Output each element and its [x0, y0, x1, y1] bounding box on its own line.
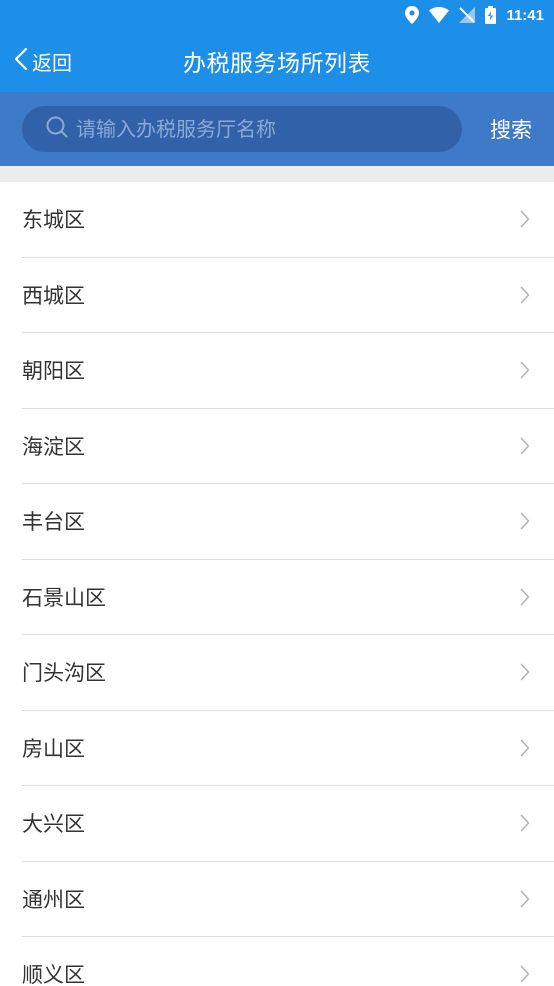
- list-item-label: 房山区: [22, 736, 85, 761]
- chevron-right-icon: [520, 965, 530, 983]
- search-icon: [46, 116, 68, 142]
- chevron-right-icon: [520, 588, 530, 606]
- list-item-label: 东城区: [22, 208, 85, 233]
- back-label: 返回: [32, 50, 72, 75]
- list-item[interactable]: 大兴区: [22, 786, 554, 862]
- battery-icon: [485, 6, 497, 24]
- location-icon: [405, 6, 420, 24]
- list-item[interactable]: 房山区: [22, 711, 554, 786]
- chevron-right-icon: [520, 663, 530, 681]
- chevron-left-icon: [14, 47, 28, 76]
- search-box[interactable]: [22, 106, 462, 152]
- chevron-right-icon: [520, 814, 530, 832]
- chevron-right-icon: [520, 890, 530, 908]
- list-item-label: 通州区: [22, 887, 85, 912]
- chevron-right-icon: [520, 361, 530, 379]
- list-item-label: 石景山区: [22, 585, 106, 610]
- list-item[interactable]: 海淀区: [22, 409, 554, 484]
- header: 返回 办税服务场所列表: [0, 30, 554, 92]
- list-item[interactable]: 通州区: [22, 862, 554, 937]
- list-item[interactable]: 石景山区: [22, 560, 554, 635]
- list-item[interactable]: 东城区: [22, 182, 554, 258]
- status-bar: 11:41: [0, 0, 554, 30]
- list-item-label: 朝阳区: [22, 359, 85, 384]
- status-time: 11:41: [506, 6, 544, 24]
- signal-off-icon: [459, 7, 476, 23]
- chevron-right-icon: [520, 739, 530, 757]
- list-item-label: 海淀区: [22, 434, 85, 459]
- page-title: 办税服务场所列表: [183, 51, 371, 77]
- search-bar: 搜索: [0, 92, 554, 166]
- list-divider: [0, 166, 554, 182]
- search-input[interactable]: [76, 117, 436, 141]
- list-item-label: 西城区: [22, 283, 85, 308]
- chevron-right-icon: [520, 286, 530, 304]
- chevron-right-icon: [520, 210, 530, 228]
- search-button[interactable]: 搜索: [480, 114, 542, 144]
- district-list: 东城区 西城区 朝阳区 海淀区 丰台区 石景山区 门头沟区 房山区 大兴区 通州…: [0, 182, 554, 986]
- chevron-right-icon: [520, 437, 530, 455]
- list-item-label: 顺义区: [22, 963, 85, 986]
- list-item-label: 丰台区: [22, 510, 85, 535]
- list-item-label: 门头沟区: [22, 661, 106, 686]
- list-item[interactable]: 西城区: [22, 258, 554, 333]
- list-item[interactable]: 门头沟区: [22, 635, 554, 711]
- chevron-right-icon: [520, 512, 530, 530]
- wifi-icon: [429, 7, 450, 23]
- list-item[interactable]: 朝阳区: [22, 333, 554, 409]
- list-item-label: 大兴区: [22, 812, 85, 837]
- back-button[interactable]: 返回: [14, 30, 72, 92]
- list-item[interactable]: 丰台区: [22, 484, 554, 560]
- list-item[interactable]: 顺义区: [22, 937, 554, 986]
